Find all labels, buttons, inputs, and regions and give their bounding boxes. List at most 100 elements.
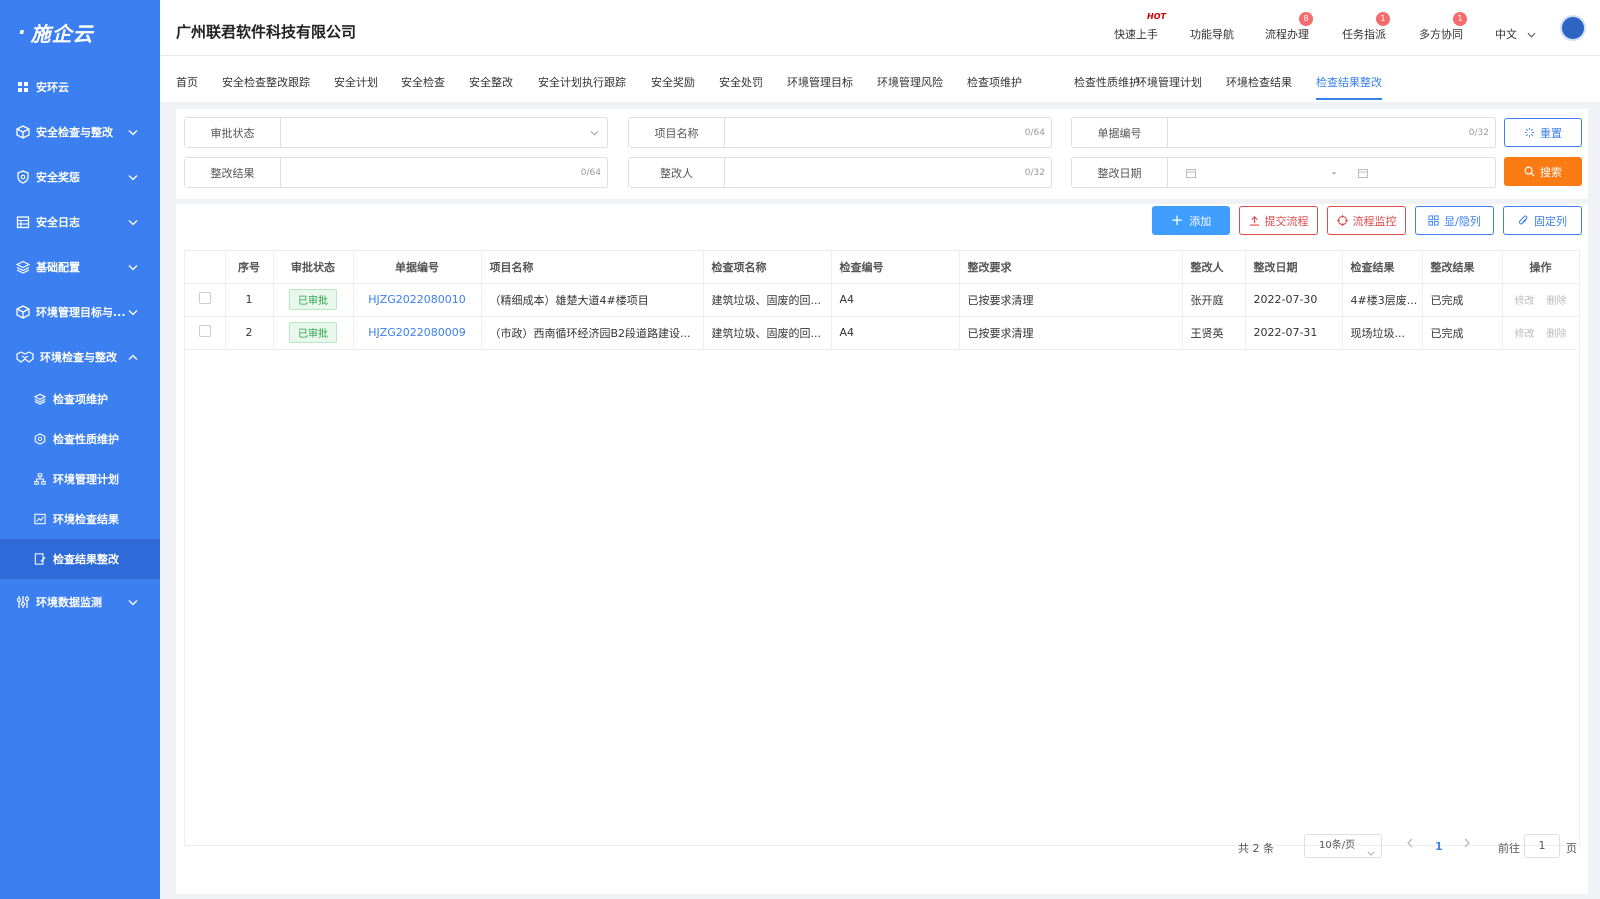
chevron-down-icon	[590, 129, 599, 139]
project-cell: （精细成本）雄楚大道4#楼项目	[481, 283, 704, 317]
flow-monitor-button[interactable]: 流程监控	[1327, 206, 1406, 235]
sidebar-subitem-result-rectify[interactable]: 检查结果整改	[0, 539, 160, 579]
rectify-date-range[interactable]: -	[1168, 158, 1495, 187]
task-assign-link[interactable]: 任务指派 1	[1342, 12, 1390, 42]
logo-text: 施企云	[30, 21, 94, 46]
search-icon	[1524, 166, 1535, 177]
tab-safety-rectify-track[interactable]: 安全检查整改跟踪	[222, 74, 310, 90]
page-size-select[interactable]: 10条/页	[1304, 834, 1382, 858]
calendar-icon	[16, 215, 30, 229]
goto-page-input[interactable]: 1	[1524, 834, 1560, 858]
tab-safety-plan[interactable]: 安全计划	[334, 74, 378, 90]
sidebar-item-label: 环境数据监测	[36, 595, 102, 609]
edit-button[interactable]: 修改	[1515, 296, 1535, 307]
target-icon	[1336, 215, 1348, 226]
add-button[interactable]: + 添加	[1152, 206, 1230, 235]
workflow-link[interactable]: 流程办理 8	[1265, 12, 1313, 42]
rectifier-cell: 王贤英	[1182, 316, 1246, 350]
sidebar-item-safety-log[interactable]: 安全日志	[0, 199, 160, 244]
tab-home[interactable]: 首页	[176, 74, 198, 90]
tab-safety-rectify[interactable]: 安全整改	[469, 74, 513, 90]
col-header: 操作	[1502, 251, 1580, 284]
requirement-cell: 已按要求清理	[959, 283, 1183, 317]
sidebar-subitem-env-result[interactable]: 环境检查结果	[0, 499, 160, 539]
col-header: 审批状态	[273, 251, 354, 284]
search-button[interactable]: 搜索	[1504, 157, 1582, 186]
tab-safety-penalty[interactable]: 安全处罚	[719, 74, 763, 90]
sidebar-item-label: 基础配置	[36, 260, 80, 274]
date-separator: -	[1332, 166, 1336, 179]
edit-button[interactable]: 修改	[1515, 329, 1535, 340]
sidebar-item-label: 安环云	[36, 80, 69, 94]
row-index: 2	[225, 316, 274, 350]
reset-button[interactable]: 重置	[1504, 118, 1582, 147]
tab-env-plan[interactable]: 环境管理计划	[1136, 74, 1202, 90]
row-checkbox[interactable]	[198, 325, 211, 337]
sidebar-subitem-label: 检查项维护	[53, 393, 108, 406]
chevron-down-icon	[1527, 28, 1536, 41]
chevron-down-icon	[1367, 843, 1375, 865]
next-page-button[interactable]	[1464, 838, 1471, 851]
sliders-icon	[16, 595, 30, 609]
prev-page-button[interactable]	[1406, 838, 1413, 851]
tab-env-result[interactable]: 环境检查结果	[1226, 74, 1292, 90]
sidebar-item-env-monitor[interactable]: 环境数据监测	[0, 579, 160, 624]
tab-env-risk[interactable]: 环境管理风险	[877, 74, 943, 90]
company-name: 广州联君软件科技有限公司	[176, 23, 357, 41]
project-name-input[interactable]: 0/64	[725, 118, 1051, 147]
tab-check-nature[interactable]: 检查性质维护	[1074, 74, 1140, 90]
sidebar-item-anhuanyun[interactable]: 安环云	[0, 64, 160, 109]
status-badge: 已审批	[289, 289, 337, 310]
delete-button[interactable]: 删除	[1547, 296, 1567, 307]
sidebar-item-env-target[interactable]: 环境管理目标与...	[0, 289, 160, 334]
col-header: 项目名称	[481, 251, 704, 284]
nav-label: 快速上手	[1114, 28, 1158, 41]
delete-button[interactable]: 删除	[1547, 329, 1567, 340]
sidebar-subitem-env-plan[interactable]: 环境管理计划	[0, 459, 160, 499]
logo[interactable]: · 施企云	[0, 0, 160, 64]
rectify-result-filter: 整改结果 0/64	[184, 157, 608, 188]
sitemap-icon	[33, 472, 47, 486]
rectifier-input[interactable]: 0/32	[725, 158, 1051, 187]
sidebar-item-env-check[interactable]: 环境检查与整改	[0, 334, 160, 379]
doc-no-input[interactable]: 0/32	[1168, 118, 1495, 147]
nav-label: 功能导航	[1190, 28, 1234, 41]
sidebar-subitem-check-item[interactable]: 检查项维护	[0, 379, 160, 419]
doc-no-link[interactable]: HJZG2022080009	[368, 326, 466, 339]
collaboration-link[interactable]: 多方协同 1	[1419, 12, 1467, 42]
tab-check-item[interactable]: 检查项维护	[967, 74, 1022, 90]
filter-label: 单据编号	[1072, 118, 1168, 147]
show-hide-columns-button[interactable]: 显/隐列	[1415, 206, 1494, 235]
submit-flow-button[interactable]: 提交流程	[1239, 206, 1318, 235]
tab-safety-plan-track[interactable]: 安全计划执行跟踪	[538, 74, 626, 90]
quick-start-link[interactable]: 快速上手 HOT	[1114, 12, 1166, 42]
sidebar-item-safety-reward[interactable]: 安全奖惩	[0, 154, 160, 199]
feature-nav-link[interactable]: 功能导航	[1190, 26, 1234, 42]
check-result-cell: 4#楼3层废...	[1342, 283, 1423, 317]
sidebar-item-label: 安全检查与整改	[36, 125, 113, 139]
table-row[interactable]: 1 已审批 HJZG2022080010 （精细成本）雄楚大道4#楼项目 建筑垃…	[185, 283, 1580, 317]
table-row[interactable]: 2 已审批 HJZG2022080009 （市政）西南循环经济园B2段道路建设.…	[185, 316, 1580, 350]
fix-column-button[interactable]: 固定列	[1503, 206, 1582, 235]
approval-status-select[interactable]	[281, 118, 607, 147]
avatar[interactable]	[1560, 15, 1586, 41]
sidebar-item-basic-config[interactable]: 基础配置	[0, 244, 160, 289]
rectify-result-input[interactable]: 0/64	[281, 158, 607, 187]
sidebar-item-safety-check[interactable]: 安全检查与整改	[0, 109, 160, 154]
sidebar-subitem-label: 环境管理计划	[53, 473, 119, 486]
language-select[interactable]: 中文	[1495, 26, 1536, 42]
tab-safety-check[interactable]: 安全检查	[401, 74, 445, 90]
col-header: 检查结果	[1342, 251, 1423, 284]
page-number-current[interactable]: 1	[1435, 840, 1443, 853]
plus-icon: +	[1170, 211, 1184, 229]
char-counter: 0/64	[1024, 128, 1045, 138]
tab-env-target[interactable]: 环境管理目标	[787, 74, 853, 90]
notification-badge: 8	[1299, 12, 1313, 26]
tab-result-rectify[interactable]: 检查结果整改	[1316, 74, 1382, 100]
row-checkbox[interactable]	[198, 292, 211, 304]
language-label: 中文	[1495, 28, 1517, 41]
doc-no-link[interactable]: HJZG2022080010	[368, 293, 466, 306]
sidebar-item-label: 环境管理目标与...	[36, 305, 126, 319]
sidebar-subitem-check-nature[interactable]: 检查性质维护	[0, 419, 160, 459]
tab-safety-reward[interactable]: 安全奖励	[651, 74, 695, 90]
